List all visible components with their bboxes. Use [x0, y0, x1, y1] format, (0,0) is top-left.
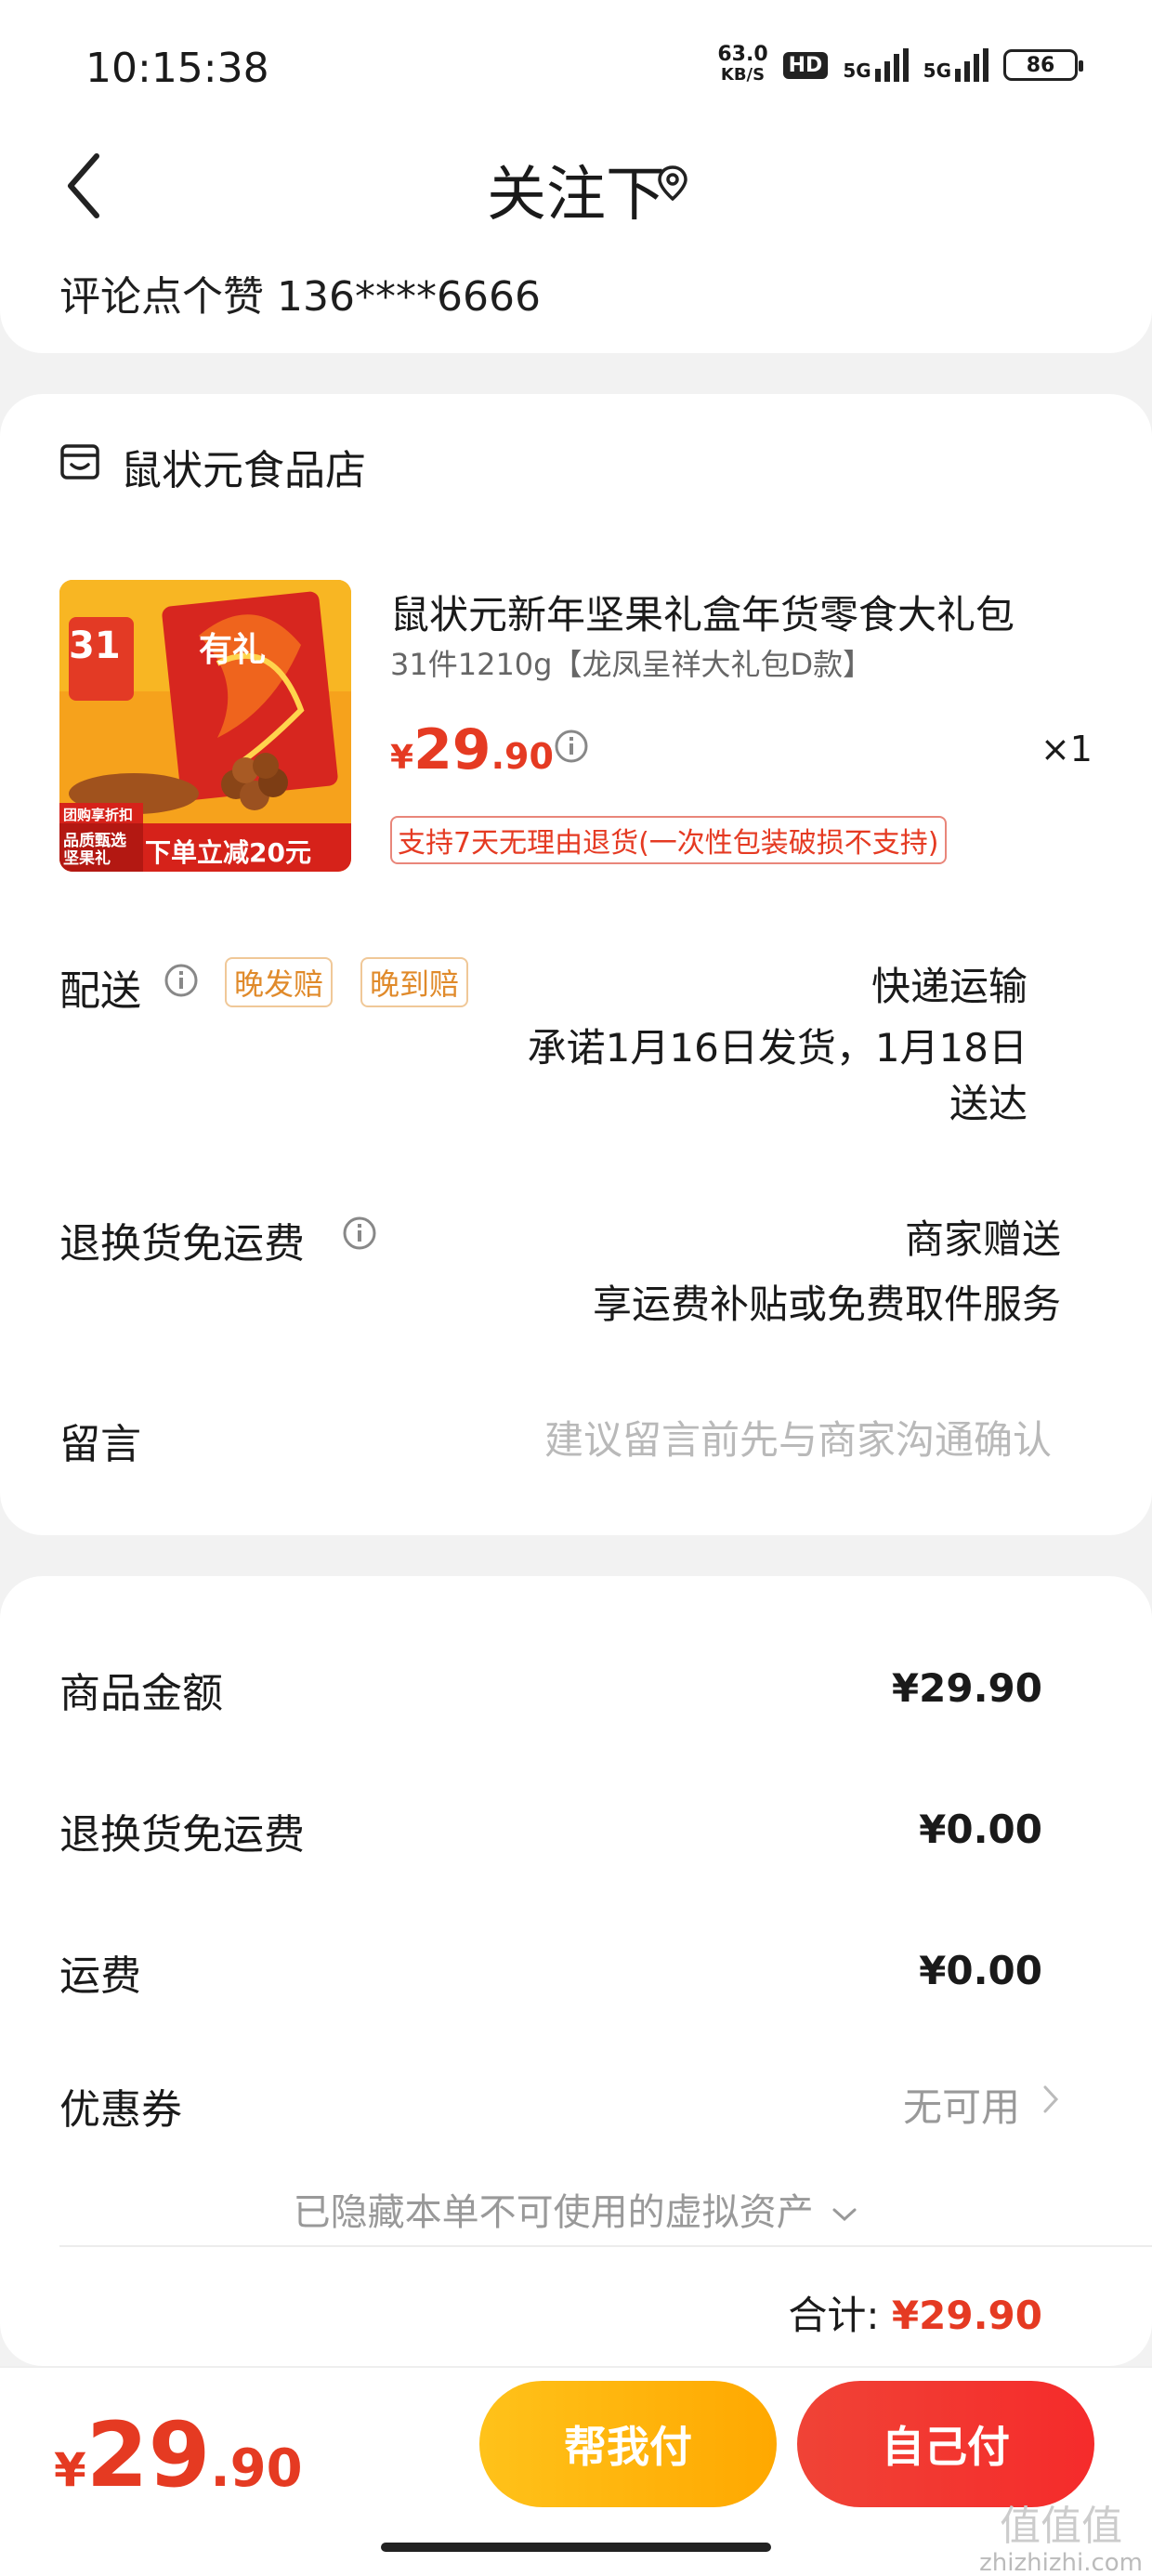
return-shipping-info-icon[interactable]	[342, 1216, 377, 1251]
bottom-price: ¥ 29 .90	[54, 2403, 303, 2507]
total-row: 合计: ¥29.90	[788, 2284, 1042, 2341]
product-title[interactable]: 鼠状元新年坚果礼盒年货零食大礼包	[390, 584, 1059, 640]
image-tag2: 品质甄选坚果礼	[63, 832, 126, 868]
image-promo-text: 下单立减20元	[145, 837, 311, 868]
price-symbol: ¥	[390, 739, 414, 777]
return-fee-label: 退换货免运费	[59, 1811, 305, 1859]
return-shipping-label: 退换货免运费	[59, 1220, 305, 1268]
price-decimal: .90	[491, 736, 554, 777]
goods-amount-value: ¥29.90	[891, 1665, 1042, 1711]
hidden-assets-text: 已隐藏本单不可使用的虚拟资产	[293, 2191, 814, 2234]
signal-label-2: 5G	[923, 59, 951, 82]
status-icons: 63.0 KB/S HD 5G 5G 86	[717, 45, 1083, 85]
hidden-assets-toggle[interactable]: 已隐藏本单不可使用的虚拟资产	[0, 2182, 1152, 2236]
shop-name[interactable]: 鼠状元食品店	[121, 437, 366, 496]
help-pay-button[interactable]: 帮我付	[479, 2381, 777, 2507]
bottom-price-symbol: ¥	[54, 2443, 86, 2497]
return-shipping-value: 商家赠送	[904, 1216, 1061, 1262]
product-spec: 31件1210g【龙凤呈祥大礼包D款】	[390, 647, 873, 682]
delivery-label: 配送	[59, 967, 141, 1015]
quantity: ×1	[1040, 729, 1093, 769]
bottom-price-decimal: .90	[210, 2438, 303, 2499]
message-input[interactable]: 建议留言前先与商家沟通确认	[544, 1409, 1052, 1465]
message-label: 留言	[59, 1421, 141, 1468]
address-line[interactable]: 评论点个赞 136****6666	[59, 263, 541, 322]
image-count-text: 31	[69, 624, 121, 667]
return-shipping-subtext: 享运费补贴或免费取件服务	[592, 1281, 1061, 1327]
total-label: 合计:	[788, 2293, 880, 2338]
chevron-right-icon[interactable]	[1041, 2083, 1061, 2115]
delivery-method[interactable]: 快递运输	[871, 955, 1028, 1012]
battery-level: 86	[1026, 53, 1055, 77]
network-speed: 63.0 KB/S	[717, 45, 767, 85]
shipping-fee-value: ¥0.00	[919, 1948, 1042, 1993]
price-info-icon[interactable]	[554, 729, 589, 764]
bottom-price-integer: 29	[85, 2403, 211, 2507]
product-image[interactable]: 31 有礼 团购享折扣 品质甄选坚果礼 下单立减20元	[59, 580, 351, 872]
total-value: ¥29.90	[891, 2293, 1042, 2338]
chevron-down-icon	[832, 2208, 857, 2222]
watermark-logo: 值值值	[1000, 2503, 1123, 2550]
coupon-label: 优惠券	[59, 2086, 182, 2134]
late-shipping-badge: 晚发赔	[225, 957, 334, 1007]
delivery-promise-line1: 承诺1月16日发货，1月18日	[527, 1025, 1028, 1071]
price-integer: 29	[413, 717, 491, 782]
shipping-fee-label: 运费	[59, 1952, 141, 2000]
delivery-info-icon[interactable]	[164, 963, 199, 998]
battery-icon: 86	[1003, 49, 1083, 81]
late-arrival-badge: 晚到赔	[360, 957, 469, 1007]
signal-icon-2: 5G	[923, 48, 988, 82]
watermark-url: zhizhizhi.com	[979, 2549, 1143, 2576]
coupon-value[interactable]: 无可用	[903, 2076, 1020, 2133]
hd-icon: HD	[782, 51, 829, 79]
home-indicator[interactable]	[381, 2543, 771, 2552]
network-speed-value: 63.0	[717, 43, 768, 66]
image-side-text: 有礼	[199, 631, 267, 669]
product-price: ¥ 29 .90	[390, 717, 554, 782]
self-pay-button[interactable]: 自己付	[797, 2381, 1094, 2507]
status-time: 10:15:38	[85, 45, 269, 92]
signal-label: 5G	[843, 59, 871, 82]
return-policy-badge: 支持7天无理由退货(一次性包装破损不支持)	[390, 816, 947, 864]
shop-icon	[60, 444, 99, 480]
goods-amount-label: 商品金额	[59, 1670, 223, 1717]
page-title: 关注下	[487, 161, 665, 230]
signal-icon: 5G	[843, 48, 909, 82]
image-tag1: 团购享折扣	[63, 807, 134, 823]
delivery-promise-line2: 送达	[949, 1081, 1028, 1126]
network-speed-unit: KB/S	[720, 65, 766, 85]
return-fee-value: ¥0.00	[919, 1807, 1042, 1852]
watermark: 值值值 zhizhizhi.com	[979, 2504, 1143, 2576]
summary-divider	[59, 2245, 1152, 2247]
location-pin-icon[interactable]	[656, 164, 689, 202]
